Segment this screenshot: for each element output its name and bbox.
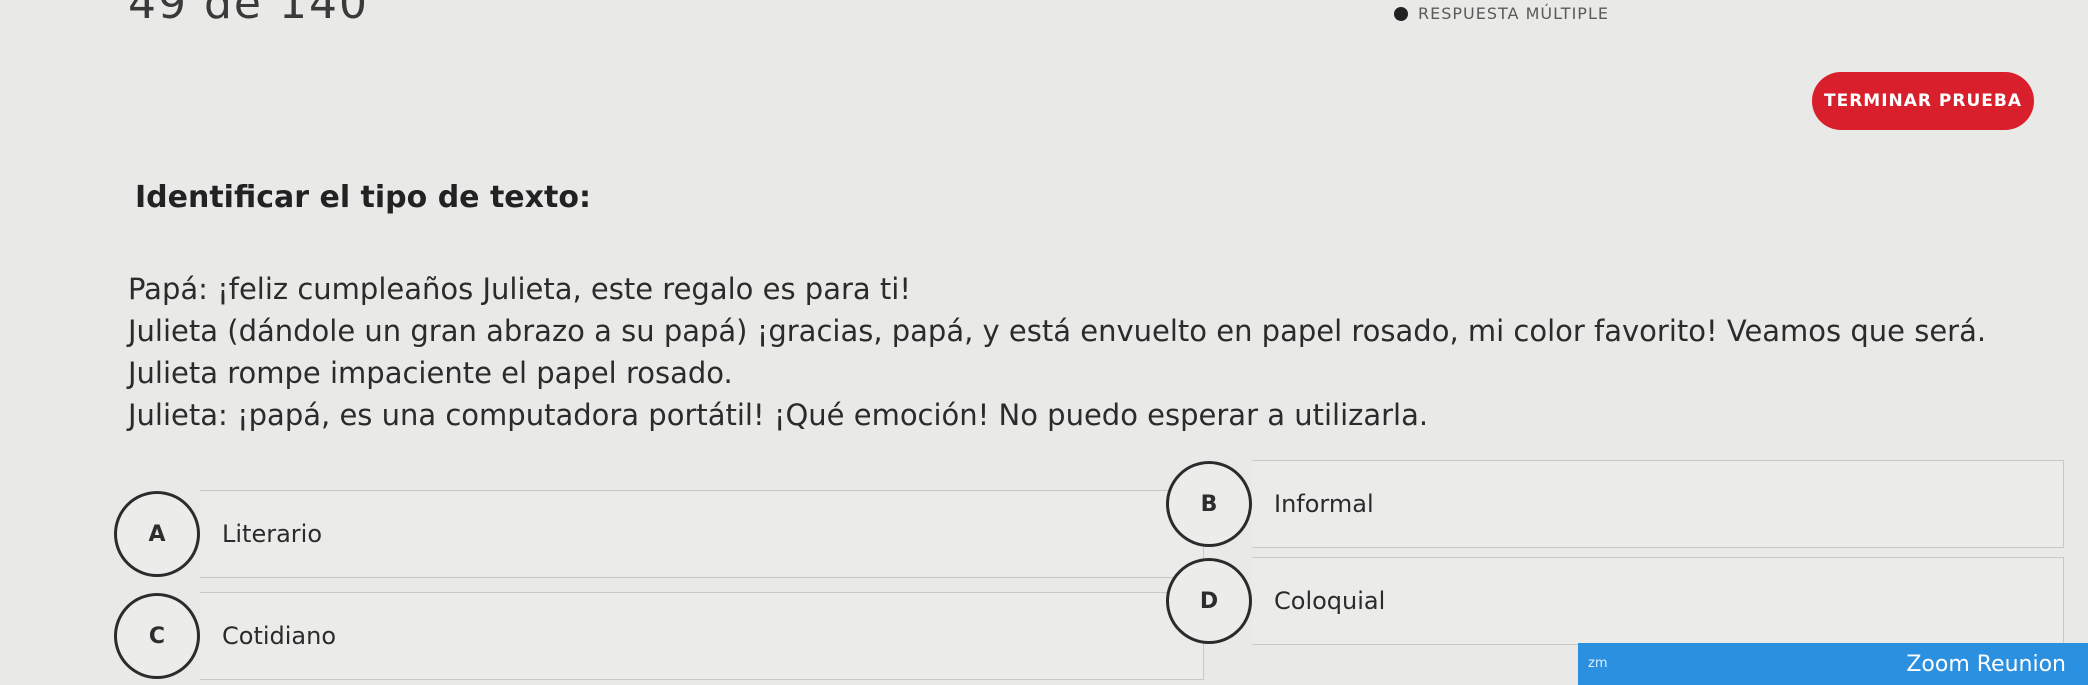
option-label-b[interactable]: Informal bbox=[1252, 460, 2064, 548]
option-label-a[interactable]: Literario bbox=[200, 490, 1204, 578]
zoom-icon: zm bbox=[1588, 656, 1608, 671]
passage-line: Julieta: ¡papá, es una computadora portá… bbox=[128, 398, 1429, 432]
option-b[interactable]: B Informal bbox=[1166, 460, 2064, 548]
option-a[interactable]: A Literario bbox=[114, 490, 1204, 578]
passage-line: Julieta (dándole un gran abrazo a su pap… bbox=[128, 314, 1987, 348]
passage-line: Julieta rompe impaciente el papel rosado… bbox=[128, 356, 733, 390]
option-letter-d[interactable]: D bbox=[1166, 558, 1252, 644]
zoom-meeting-label: Zoom Reunion bbox=[1906, 651, 2066, 677]
option-letter-c[interactable]: C bbox=[114, 593, 200, 679]
end-test-button[interactable]: TERMINAR PRUEBA bbox=[1812, 72, 2034, 130]
question-passage: Papá: ¡feliz cumpleaños Julieta, este re… bbox=[128, 268, 2038, 436]
passage-line: Papá: ¡feliz cumpleaños Julieta, este re… bbox=[128, 272, 911, 306]
question-type-badge: RESPUESTA MÚLTIPLE bbox=[1394, 4, 1609, 23]
option-label-d[interactable]: Coloquial bbox=[1252, 557, 2064, 645]
question-counter: 49 de 140 bbox=[128, 0, 369, 29]
zoom-meeting-bar[interactable]: zm Zoom Reunion bbox=[1578, 643, 2088, 685]
bullet-icon bbox=[1394, 6, 1408, 21]
option-letter-b[interactable]: B bbox=[1166, 461, 1252, 547]
question-type-label: RESPUESTA MÚLTIPLE bbox=[1418, 4, 1609, 23]
option-c[interactable]: C Cotidiano bbox=[114, 592, 1204, 680]
option-d[interactable]: D Coloquial bbox=[1166, 557, 2064, 645]
option-label-c[interactable]: Cotidiano bbox=[200, 592, 1204, 680]
option-letter-a[interactable]: A bbox=[114, 491, 200, 577]
question-title: Identificar el tipo de texto: bbox=[135, 180, 591, 215]
